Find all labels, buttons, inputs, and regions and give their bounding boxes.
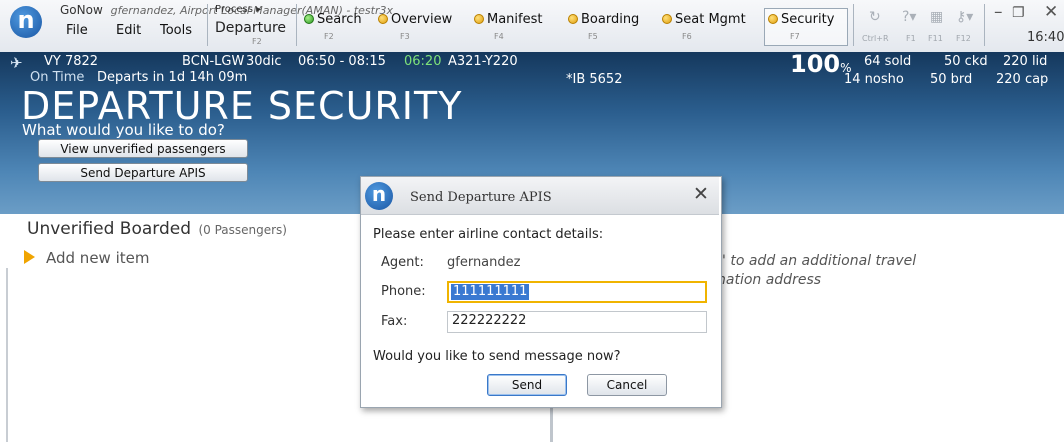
flight-number: VY 7822 bbox=[44, 54, 99, 69]
app-logo: n bbox=[10, 6, 42, 38]
fax-label: Fax: bbox=[381, 314, 408, 329]
boarded-count: 50 brd bbox=[930, 72, 973, 87]
sold-count: 64 sold bbox=[864, 54, 912, 69]
tool-overview[interactable]: Overview bbox=[378, 12, 452, 27]
refresh-icon[interactable]: ↻ bbox=[869, 9, 881, 25]
estimated-time: 06:20 bbox=[404, 54, 442, 69]
dialog-title: Send Departure APIS bbox=[410, 190, 552, 205]
fax-field[interactable]: 222222222 bbox=[447, 311, 707, 333]
boarding-shortcut: F5 bbox=[588, 32, 598, 41]
menu-divider bbox=[207, 4, 208, 46]
phone-value-selected[interactable]: 111111111 bbox=[451, 284, 530, 300]
capacity-count: 220 cap bbox=[996, 72, 1049, 87]
key-icon[interactable]: ⚷▾ bbox=[956, 9, 973, 25]
security-shortcut: F7 bbox=[790, 32, 800, 41]
flight-times: 06:50 - 08:15 bbox=[298, 54, 386, 69]
status-dot-icon bbox=[662, 14, 672, 24]
menu-edit[interactable]: Edit bbox=[116, 23, 141, 38]
close-icon[interactable]: ✕ bbox=[1044, 2, 1058, 22]
tool-security[interactable]: Security bbox=[768, 12, 834, 27]
calendar-icon[interactable]: ▦ bbox=[930, 9, 943, 25]
refresh-shortcut: Ctrl+R bbox=[862, 34, 889, 43]
overview-shortcut: F3 bbox=[400, 32, 410, 41]
restore-icon[interactable]: ❐ bbox=[1012, 5, 1025, 21]
tool-search[interactable]: Search bbox=[304, 12, 362, 27]
search-shortcut: F2 bbox=[324, 32, 334, 41]
codeshare: *IB 5652 bbox=[566, 72, 623, 87]
status-dot-icon bbox=[568, 14, 578, 24]
process-shortcut: F2 bbox=[252, 37, 262, 46]
app-name: GoNow bbox=[60, 3, 103, 17]
process-current[interactable]: Departure bbox=[215, 20, 286, 36]
flight-status: On Time bbox=[30, 70, 85, 85]
send-apis-button[interactable]: Send Departure APIS bbox=[38, 163, 248, 182]
menu-divider bbox=[853, 4, 854, 46]
help-shortcut: F1 bbox=[906, 34, 916, 43]
help-icon[interactable]: ?▾ bbox=[902, 9, 916, 25]
view-unverified-button[interactable]: View unverified passengers bbox=[38, 139, 248, 158]
status-dot-icon bbox=[378, 14, 388, 24]
menu-file[interactable]: File bbox=[66, 23, 88, 38]
list-border bbox=[6, 268, 8, 442]
calendar-shortcut: F11 bbox=[928, 34, 943, 43]
key-shortcut: F12 bbox=[956, 34, 971, 43]
lid-count: 220 lid bbox=[1003, 54, 1048, 69]
tool-boarding[interactable]: Boarding bbox=[568, 12, 639, 27]
chevron-right-icon bbox=[24, 250, 35, 264]
status-dot-icon bbox=[768, 14, 778, 24]
hint-line-2: nation address bbox=[717, 272, 822, 288]
menu-divider bbox=[296, 4, 297, 46]
dialog-prompt: Please enter airline contact details: bbox=[373, 227, 604, 242]
manifest-shortcut: F4 bbox=[494, 32, 504, 41]
flight-route: BCN-LGW bbox=[182, 54, 245, 69]
flight-date: 30dic bbox=[246, 54, 282, 69]
departs-in: Departs in 1d 14h 09m bbox=[97, 70, 248, 85]
hint-line-1: -' to add an additional travel bbox=[717, 253, 917, 269]
tool-seat-mgmt[interactable]: Seat Mgmt bbox=[662, 12, 746, 27]
tool-manifest[interactable]: Manifest bbox=[474, 12, 542, 27]
agent-value: gfernandez bbox=[447, 255, 521, 270]
minimize-icon[interactable]: – bbox=[994, 2, 1003, 22]
dialog-titlebar[interactable]: n Send Departure APIS ✕ bbox=[361, 177, 719, 215]
checked-count: 50 ckd bbox=[944, 54, 988, 69]
status-dot-icon bbox=[474, 14, 484, 24]
phone-label: Phone: bbox=[381, 284, 426, 299]
send-button[interactable]: Send bbox=[487, 374, 567, 396]
page-title: DEPARTURE SECURITY bbox=[21, 84, 463, 128]
agent-label: Agent: bbox=[381, 255, 424, 270]
passenger-count: (0 Passengers) bbox=[198, 223, 287, 237]
noshow-count: 14 nosho bbox=[844, 72, 904, 87]
send-question: Would you like to send message now? bbox=[373, 349, 621, 364]
load-percentage: 100% bbox=[790, 50, 852, 78]
close-icon[interactable]: ✕ bbox=[693, 183, 709, 205]
plane-icon: ✈ bbox=[10, 54, 23, 72]
process-menu[interactable]: Process ▸ bbox=[215, 4, 261, 15]
menu-bar: n GoNow gfernandez, Airport Local Manage… bbox=[0, 0, 1064, 53]
cancel-button[interactable]: Cancel bbox=[587, 374, 667, 396]
action-prompt: What would you like to do? bbox=[22, 121, 225, 139]
clock: 16:40 bbox=[1027, 30, 1064, 45]
seat-mgmt-shortcut: F6 bbox=[682, 32, 692, 41]
menu-divider bbox=[984, 4, 985, 46]
section-title: Unverified Boarded (0 Passengers) bbox=[27, 219, 287, 239]
send-apis-dialog: n Send Departure APIS ✕ Please enter air… bbox=[360, 176, 722, 408]
app-logo: n bbox=[365, 182, 393, 210]
menu-tools[interactable]: Tools bbox=[160, 23, 192, 38]
aircraft-type: A321-Y220 bbox=[448, 54, 518, 69]
add-new-item-link[interactable]: Add new item bbox=[46, 249, 149, 267]
status-dot-icon bbox=[304, 14, 314, 24]
